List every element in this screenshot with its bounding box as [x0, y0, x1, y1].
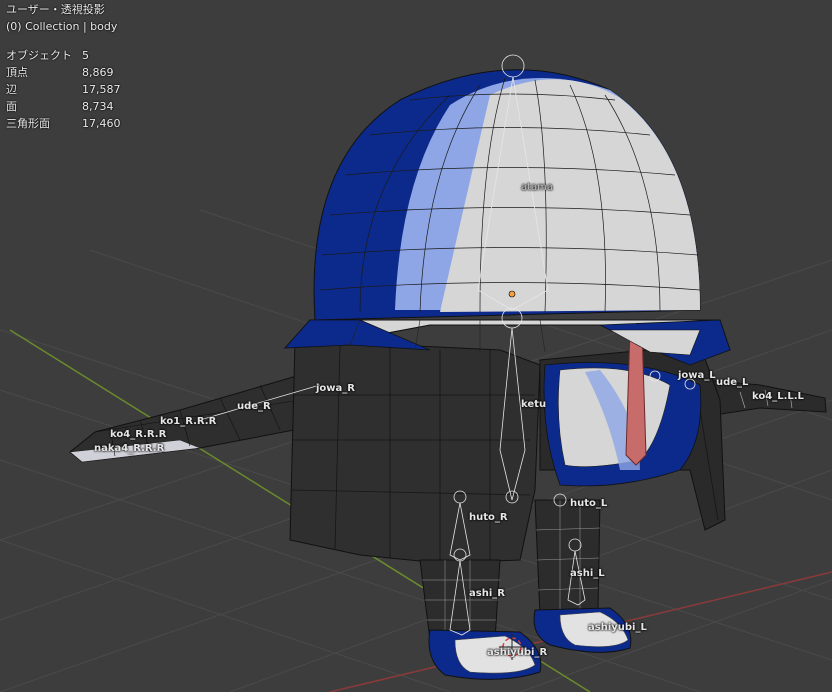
bone-label-ashiyubi-l[interactable]: ashiyubi_L [588, 622, 647, 633]
origin-point[interactable] [508, 290, 516, 298]
bone-label-ashi-l[interactable]: ashi_L [570, 568, 605, 579]
bone-label-finger-l-1[interactable]: ko4_L.L.L [752, 391, 804, 402]
stat-row-objects: オブジェクト 5 [6, 47, 121, 64]
viewport-info: ユーザー・透視投影 (0) Collection | body [6, 1, 117, 35]
bone-label-atama[interactable]: atama [521, 182, 553, 193]
bone-label-ashi-r[interactable]: ashi_R [469, 588, 505, 599]
bone-label-ude-r[interactable]: ude_R [237, 401, 271, 412]
bone-label-jowa-r[interactable]: jowa_R [316, 383, 355, 394]
scene-statistics: オブジェクト 5 頂点 8,869 辺 17,587 面 8,734 三角形面 … [6, 47, 121, 132]
bone-label-ketu[interactable]: ketu [521, 399, 546, 410]
stat-value: 17,460 [82, 117, 121, 130]
bone-label-jowa-l[interactable]: jowa_L [678, 370, 716, 381]
stat-value: 8,869 [82, 66, 114, 79]
stat-row-vertices: 頂点 8,869 [6, 64, 121, 81]
bone-label-finger-r-3[interactable]: naka4_R.R.R [94, 443, 164, 454]
hat-mesh[interactable] [283, 69, 731, 366]
scene-canvas[interactable] [0, 0, 832, 692]
bone-label-finger-r-2[interactable]: ko4_R.R.R [110, 429, 166, 440]
stat-value: 5 [82, 49, 89, 62]
bone-label-huto-r[interactable]: huto_R [469, 512, 508, 523]
stat-label: 三角形面 [6, 117, 50, 130]
bone-label-huto-l[interactable]: huto_L [570, 498, 607, 509]
stat-label: オブジェクト [6, 49, 72, 62]
stat-row-edges: 辺 17,587 [6, 81, 121, 98]
bone-label-finger-r-1[interactable]: ko1_R.R.R [160, 416, 216, 427]
tie-mesh[interactable] [625, 329, 647, 466]
stat-row-faces: 面 8,734 [6, 98, 121, 115]
3d-viewport[interactable]: ユーザー・透視投影 (0) Collection | body オブジェクト 5… [0, 0, 832, 692]
right-leg-mesh[interactable] [419, 559, 542, 680]
stat-value: 17,587 [82, 83, 121, 96]
stat-label: 辺 [6, 83, 17, 96]
stat-label: 面 [6, 100, 17, 113]
view-mode-label: ユーザー・透視投影 [6, 3, 105, 16]
collection-label: (0) Collection | body [6, 20, 118, 33]
bone-label-ashiyubi-r[interactable]: ashiyubi_R [487, 647, 547, 658]
bone-label-ude-l[interactable]: ude_L [716, 377, 748, 388]
body-mesh[interactable] [289, 329, 726, 564]
stat-row-triangles: 三角形面 17,460 [6, 115, 121, 132]
stat-label: 頂点 [6, 66, 28, 79]
stat-value: 8,734 [82, 100, 114, 113]
